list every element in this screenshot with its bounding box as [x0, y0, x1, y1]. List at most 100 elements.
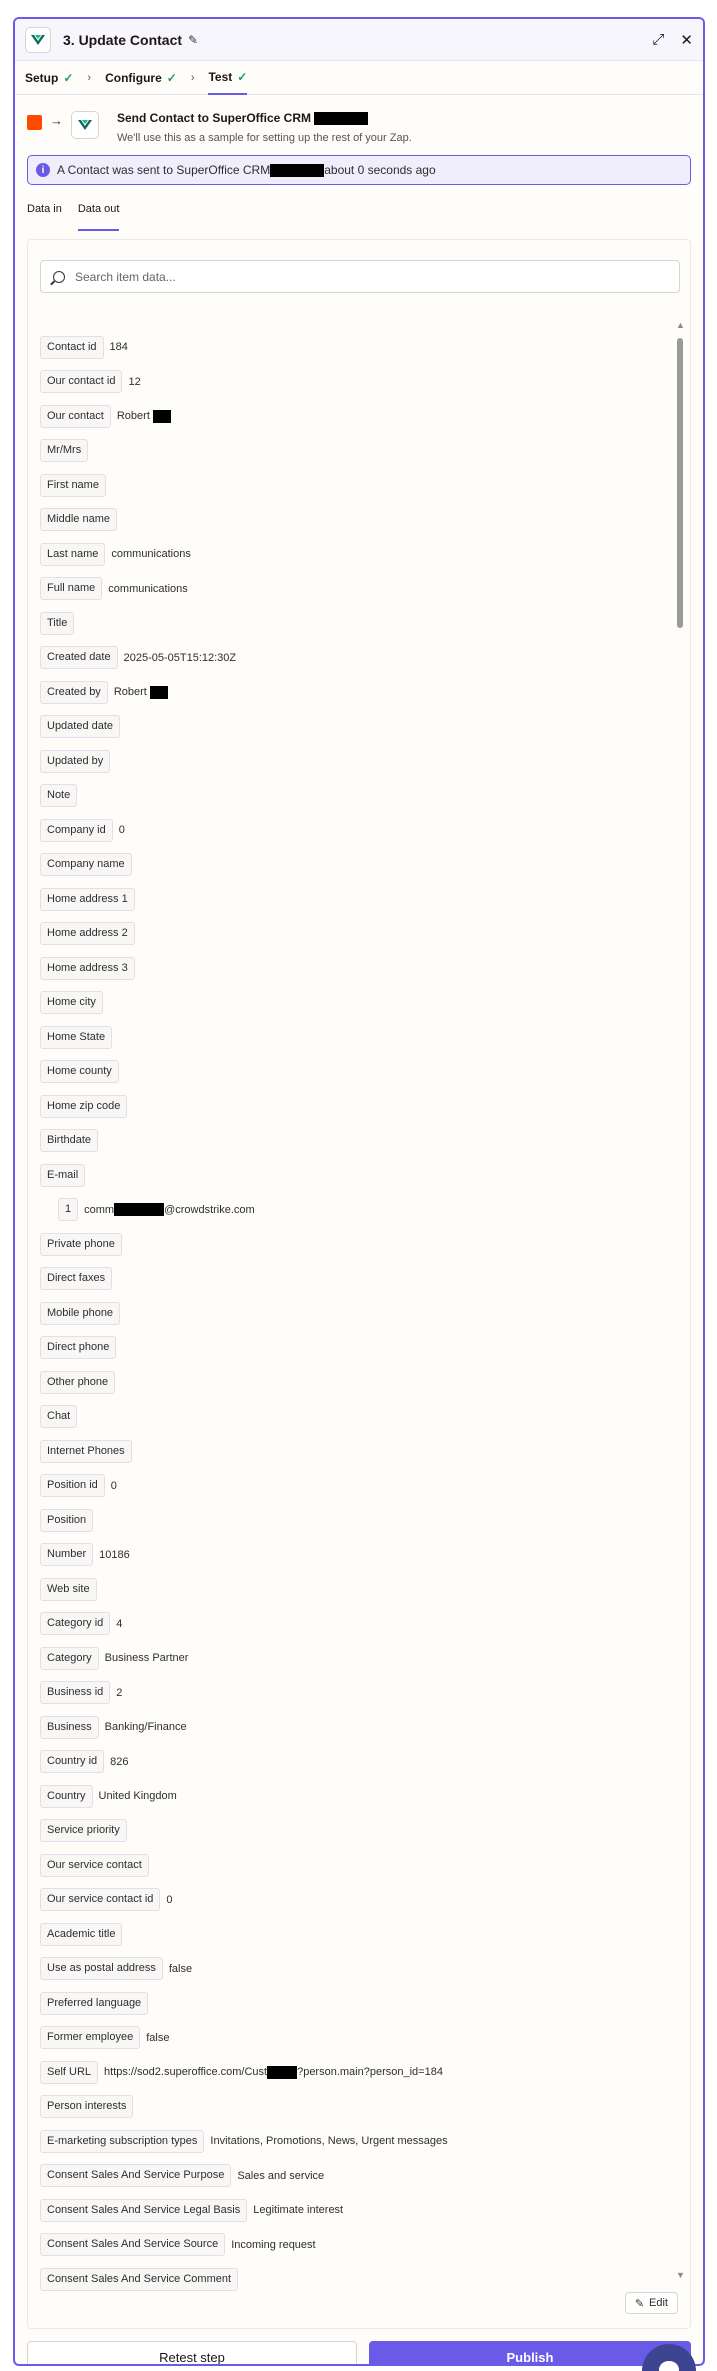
field-value: 0 — [110, 1479, 117, 1492]
tab-setup[interactable]: Setup ✓ — [25, 61, 73, 95]
tab-test[interactable]: Test ✓ — [208, 61, 248, 95]
edit-button[interactable]: ✎ Edit — [624, 2292, 678, 2314]
tab-configure[interactable]: Configure ✓ — [105, 61, 177, 95]
field-row-other-phone: Other phone — [40, 1365, 680, 1400]
field-label[interactable]: Service priority — [40, 1819, 127, 1843]
field-label[interactable]: Updated by — [40, 749, 111, 773]
field-label[interactable]: Business — [40, 1715, 99, 1739]
field-label[interactable]: Home State — [40, 1025, 113, 1049]
field-list: Contact id 184 Our contact id 12 Our contact… — [40, 330, 680, 2297]
field-label[interactable]: Category id — [40, 1612, 111, 1636]
field-value-suffix: @crowdstrike.com — [164, 1203, 255, 1216]
field-label[interactable]: Private phone — [40, 1232, 122, 1256]
data-out-panel: Contact id184Our contact id12Our contact… — [27, 239, 691, 2329]
close-icon[interactable]: ✕ — [680, 31, 693, 49]
retest-step-button[interactable]: Retest step — [27, 2341, 357, 2364]
field-label[interactable]: Internet Phones — [40, 1439, 132, 1463]
scroll-down-icon[interactable]: ▼ — [676, 2270, 685, 2280]
success-info-banner: i A Contact was sent to SuperOffice CRM … — [27, 155, 691, 185]
field-label[interactable]: Middle name — [40, 508, 117, 532]
field-label[interactable]: Title — [40, 611, 75, 635]
field-value: Robert — [113, 686, 147, 699]
redaction-block — [149, 685, 168, 699]
field-label[interactable]: Our service contact — [40, 1853, 149, 1877]
action-title: Send Contact to SuperOffice CRM — [117, 111, 312, 125]
field-label[interactable]: Direct phone — [40, 1336, 117, 1360]
check-icon: ✓ — [63, 70, 74, 85]
scroll-thumb[interactable] — [677, 338, 683, 628]
field-label[interactable]: E-marketing subscription types — [40, 2129, 205, 2153]
search-icon — [53, 270, 65, 283]
field-row-category-id: Category id 4 — [40, 1607, 680, 1642]
field-label[interactable]: Business id — [40, 1681, 111, 1705]
field-row-last-name: Last name communications — [40, 537, 680, 572]
field-label[interactable]: Note — [40, 784, 78, 808]
expand-icon[interactable]: ⤢ — [652, 31, 664, 48]
field-label[interactable]: Mobile phone — [40, 1301, 121, 1325]
tab-data-in[interactable]: Data in — [27, 203, 62, 231]
search-input[interactable] — [75, 269, 635, 284]
field-label[interactable]: Home address 3 — [40, 956, 135, 980]
field-row-created-by: Created by Robert — [40, 675, 680, 710]
field-label[interactable]: Direct faxes — [40, 1267, 113, 1291]
field-label[interactable]: 1 — [58, 1198, 79, 1222]
field-label[interactable]: Country — [40, 1784, 93, 1808]
field-label[interactable]: Consent Sales And Service Comment — [40, 2267, 239, 2291]
field-label[interactable]: Company id — [40, 818, 113, 842]
field-label[interactable]: Consent Sales And Service Legal Basis — [40, 2198, 248, 2222]
field-row-company-id: Company id 0 — [40, 813, 680, 848]
field-label[interactable]: Contact id — [40, 335, 104, 359]
field-row-home-zip-code: Home zip code — [40, 1089, 680, 1124]
field-label[interactable]: Created by — [40, 680, 108, 704]
field-label[interactable]: Last name — [40, 542, 106, 566]
scrollbar[interactable]: ▲ ▼ — [676, 320, 685, 2280]
field-label[interactable]: Home address 2 — [40, 922, 135, 946]
field-label[interactable]: Former employee — [40, 2026, 141, 2050]
field-label[interactable]: E-mail — [40, 1163, 86, 1187]
field-label[interactable]: Full name — [40, 577, 103, 601]
field-label[interactable]: Category — [40, 1646, 99, 1670]
field-label[interactable]: Birthdate — [40, 1129, 99, 1153]
field-row-title: Title — [40, 606, 680, 641]
field-label[interactable]: Preferred language — [40, 1991, 149, 2015]
field-label[interactable]: Home city — [40, 991, 103, 1015]
field-row-full-name: Full name communications — [40, 572, 680, 607]
search-box[interactable] — [40, 260, 680, 293]
field-label[interactable]: Created date — [40, 646, 118, 670]
field-label[interactable]: Home address 1 — [40, 887, 135, 911]
field-label[interactable]: Our contact — [40, 404, 111, 428]
field-label[interactable]: Web site — [40, 1577, 97, 1601]
field-row-created-date: Created date 2025-05-05T15:12:30Z — [40, 641, 680, 676]
field-label[interactable]: Our service contact id — [40, 1888, 161, 1912]
rename-pencil-icon[interactable]: ✎ — [188, 33, 198, 47]
field-label[interactable]: Position id — [40, 1474, 105, 1498]
field-label[interactable]: Home zip code — [40, 1094, 128, 1118]
tab-data-out[interactable]: Data out — [77, 203, 120, 231]
field-label[interactable]: Other phone — [40, 1370, 116, 1394]
field-label[interactable]: Our contact id — [40, 370, 123, 394]
field-label[interactable]: Use as postal address — [40, 1957, 163, 1981]
data-tabs: Data in Data out — [15, 203, 703, 231]
chevron-right-icon: › — [190, 71, 195, 84]
redaction-block — [314, 112, 369, 126]
check-icon: ✓ — [237, 69, 248, 84]
field-label[interactable]: First name — [40, 473, 106, 497]
field-label[interactable]: Consent Sales And Service Purpose — [40, 2164, 232, 2188]
field-label[interactable]: Person interests — [40, 2095, 134, 2119]
field-label[interactable]: Mr/Mrs — [40, 439, 89, 463]
field-label[interactable]: Updated date — [40, 715, 121, 739]
field-row-consent-sales-and-service-comment: Consent Sales And Service Comment — [40, 2262, 680, 2297]
field-label[interactable]: Consent Sales And Service Source — [40, 2233, 226, 2257]
field-label[interactable]: Number — [40, 1543, 94, 1567]
field-label[interactable]: Chat — [40, 1405, 78, 1429]
field-label[interactable]: Academic title — [40, 1922, 123, 1946]
field-value: Incoming request — [231, 2238, 316, 2251]
redaction-block — [270, 163, 325, 177]
action-summary: → Send Contact to SuperOffice CRM We'll … — [15, 95, 703, 155]
field-label[interactable]: Company name — [40, 853, 132, 877]
field-label[interactable]: Country id — [40, 1750, 105, 1774]
field-label[interactable]: Self URL — [40, 2060, 99, 2084]
scroll-up-icon[interactable]: ▲ — [676, 320, 685, 330]
field-label[interactable]: Home county — [40, 1060, 119, 1084]
field-label[interactable]: Position — [40, 1508, 94, 1532]
